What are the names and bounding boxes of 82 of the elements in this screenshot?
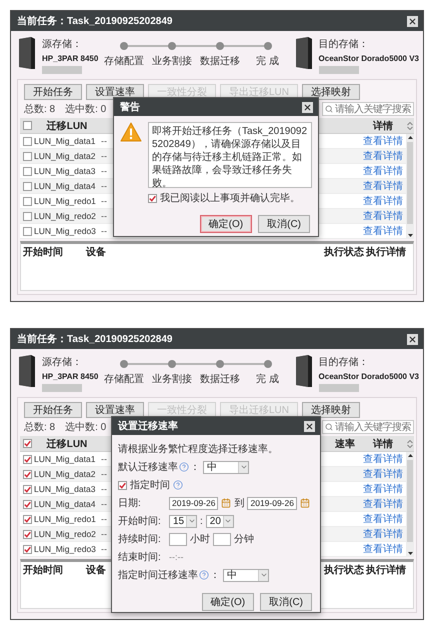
table-cell: --	[101, 514, 107, 524]
storage-name: OceanStor Dorado5000 V3	[318, 372, 419, 381]
storage-name: HP_3PAR 8450	[42, 54, 98, 63]
column-header: 详情	[373, 437, 393, 450]
column-header: 开始时间	[23, 564, 63, 577]
column-header: 执行详情	[366, 563, 406, 577]
lun-name: LUN_Mig_data3	[34, 484, 96, 494]
column-header: 速率	[335, 437, 355, 450]
field-label: 开始时间:	[118, 514, 161, 528]
storage-label: 源存储：	[42, 38, 82, 51]
column-header: 开始时间	[23, 246, 63, 259]
step-label: 数据迁移	[200, 372, 240, 386]
lun-name: LUN_Mig_data2	[34, 151, 96, 161]
lun-name: LUN_Mig_redo3	[34, 544, 96, 554]
lun-name: LUN_Mig_redo2	[34, 211, 96, 221]
step-label: 完 成	[256, 54, 279, 68]
step-label: 业务割接	[152, 372, 192, 386]
step-label: 业务割接	[152, 54, 192, 68]
column-header: 详情	[373, 119, 393, 132]
selected-count: 选中数: 0	[65, 420, 106, 434]
storage-label: 目的存储：	[318, 356, 369, 369]
step-label: 完 成	[256, 372, 279, 386]
checkbox-label: 指定时间	[130, 478, 170, 492]
storage-label: 目的存储：	[318, 38, 369, 51]
table-cell: --	[101, 181, 107, 191]
storage-label: 源存储：	[42, 356, 82, 369]
lun-name: LUN_Mig_redo1	[34, 514, 96, 524]
lun-name: LUN_Mig_redo1	[34, 196, 96, 206]
dialog-title: 设置迁移速率	[118, 419, 178, 433]
table-cell: --	[101, 544, 107, 554]
lun-name: LUN_Mig_data3	[34, 166, 96, 176]
column-header: 执行状态	[324, 246, 364, 259]
storage-name: HP_3PAR 8450	[42, 372, 98, 381]
table-cell: --	[101, 226, 107, 236]
table-cell: --	[101, 211, 107, 221]
table-cell: --	[101, 469, 107, 479]
total-count: 总数: 8	[24, 420, 56, 434]
lun-name: LUN_Mig_data4	[34, 181, 96, 191]
column-header: 设备	[86, 246, 106, 259]
step-label: 数据迁移	[200, 54, 240, 68]
end-time-value: --:--	[169, 552, 184, 562]
lun-name: LUN_Mig_data1	[34, 136, 96, 146]
field-label: 日期:	[118, 496, 141, 510]
field-label: 默认迁移速率	[118, 460, 178, 474]
colon-text: ：	[190, 461, 200, 474]
selected-count: 选中数: 0	[65, 102, 106, 116]
column-header: 迁移LUN	[46, 119, 88, 132]
storage-name: OceanStor Dorado5000 V3	[318, 54, 419, 63]
lun-name: LUN_Mig_data1	[34, 454, 96, 464]
field-label: 持续时间:	[118, 532, 161, 546]
table-cell: --	[101, 151, 107, 161]
lun-name: LUN_Mig_redo2	[34, 529, 96, 539]
field-label: 结束时间:	[118, 550, 161, 564]
column-header: 设备	[86, 564, 106, 577]
warning-message: 即将开始迁移任务（Task_20190925202849），请确保源存储以及目的存储与待迁移主机链路正常。如果链路故障，会导致迁移任务失败。	[148, 122, 312, 188]
table-cell: --	[101, 529, 107, 539]
lun-name: LUN_Mig_data4	[34, 499, 96, 509]
step-label: 存储配置	[104, 372, 144, 386]
table-cell: --	[101, 499, 107, 509]
range-text: 到	[234, 497, 244, 510]
dialog-title: 警告	[120, 100, 140, 114]
total-count: 总数: 8	[24, 102, 56, 116]
column-header: 迁移LUN	[46, 437, 88, 450]
table-cell: --	[101, 484, 107, 494]
lun-name: LUN_Mig_data2	[34, 469, 96, 479]
unit-text: 小时	[190, 532, 210, 546]
lun-name: LUN_Mig_redo3	[34, 226, 96, 236]
table-cell: --	[101, 196, 107, 206]
instruction-text: 请根据业务繁忙程度选择迁移速率。	[118, 442, 278, 456]
colon-text: ：	[210, 569, 220, 582]
unit-text: 分钟	[234, 532, 254, 546]
table-cell: --	[101, 136, 107, 146]
window-title: 当前任务：Task_20190925202849	[17, 14, 172, 28]
table-cell: --	[101, 166, 107, 176]
window-title: 当前任务：Task_20190925202849	[17, 332, 172, 346]
field-label: 指定时间迁移速率	[118, 568, 198, 582]
table-cell: --	[101, 454, 107, 464]
time-separator: :	[200, 516, 203, 526]
column-header: 执行状态	[324, 564, 364, 577]
column-header: 执行详情	[366, 245, 406, 259]
checkbox-label: 我已阅读以上事项并确认完毕。	[160, 192, 300, 205]
step-label: 存储配置	[104, 54, 144, 68]
